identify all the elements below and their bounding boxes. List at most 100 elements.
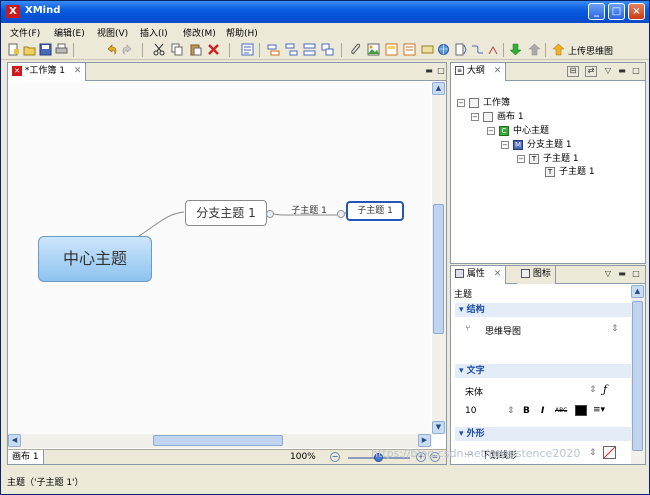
- scroll-left-arrow[interactable]: ◀: [8, 434, 21, 447]
- structure-section-header[interactable]: ▾ 结构: [455, 303, 631, 317]
- cut-icon[interactable]: [153, 43, 166, 56]
- label-icon[interactable]: [421, 43, 434, 56]
- collapse-toggle-icon[interactable]: [337, 210, 345, 218]
- outline-node[interactable]: − C 中心主题: [487, 125, 549, 137]
- shape-dropdown-icon[interactable]: ⇕: [589, 448, 597, 458]
- font-name-select[interactable]: 宋体: [465, 385, 483, 398]
- print-icon[interactable]: [55, 43, 68, 56]
- maximize-view-icon[interactable]: □: [631, 270, 641, 279]
- menu-help[interactable]: 帮助(H): [226, 26, 258, 39]
- minimize-view-icon[interactable]: ▬: [617, 270, 627, 279]
- scroll-right-arrow[interactable]: ▶: [418, 434, 431, 447]
- tab-close-icon[interactable]: ✕: [74, 66, 82, 76]
- insert-topic-icon[interactable]: [267, 43, 280, 56]
- menu-file[interactable]: 文件(F): [10, 26, 40, 39]
- fill-color-none-icon[interactable]: [603, 446, 616, 459]
- vertical-scrollbar[interactable]: ▲ ▼: [432, 82, 446, 434]
- save-icon[interactable]: [39, 43, 52, 56]
- scroll-up-arrow[interactable]: ▲: [631, 285, 644, 298]
- outline-node[interactable]: − 画布 1: [471, 111, 524, 123]
- copy-icon[interactable]: [171, 43, 184, 56]
- sub-topic[interactable]: 子主题 1: [280, 204, 338, 218]
- font-chooser-icon[interactable]: ƒ: [603, 383, 607, 396]
- text-color-swatch[interactable]: [575, 405, 587, 416]
- properties-scroll-thumb[interactable]: [632, 301, 643, 451]
- tab-icons[interactable]: 图标: [517, 266, 556, 284]
- maximize-view-icon[interactable]: □: [631, 67, 641, 76]
- summary-icon[interactable]: [455, 43, 468, 56]
- properties-scrollbar[interactable]: ▲: [631, 285, 645, 464]
- tree-collapse-icon[interactable]: −: [471, 112, 479, 121]
- collapse-toggle-icon[interactable]: [266, 210, 274, 218]
- horizontal-scrollbar[interactable]: ◀ ▶: [8, 434, 432, 448]
- minimize-view-icon[interactable]: ▬: [617, 67, 627, 76]
- structure-dropdown-icon[interactable]: ⇕: [611, 324, 619, 334]
- outline-sync-icon[interactable]: ⇄: [585, 66, 597, 77]
- insert-subtopic-icon[interactable]: [285, 43, 298, 56]
- redo-icon[interactable]: [121, 43, 134, 56]
- tree-collapse-icon[interactable]: −: [501, 140, 509, 149]
- view-menu-icon[interactable]: ▽: [603, 270, 613, 279]
- tab-close-icon[interactable]: ✕: [494, 66, 502, 76]
- structure-value[interactable]: 思维导图: [485, 324, 521, 337]
- vertical-scroll-thumb[interactable]: [433, 204, 444, 334]
- mindmap-canvas[interactable]: 中心主题 分支主题 1 子主题 1 子主题 1: [8, 82, 430, 434]
- outline-node[interactable]: − M 分支主题 1: [501, 139, 572, 151]
- menu-view[interactable]: 视图(V): [97, 26, 128, 39]
- bold-button[interactable]: B: [523, 406, 530, 416]
- outline-collapse-all-icon[interactable]: ⊟: [567, 66, 579, 77]
- maximize-button[interactable]: □: [608, 3, 625, 20]
- maximize-view-icon[interactable]: □: [436, 67, 446, 76]
- scroll-down-arrow[interactable]: ▼: [432, 421, 445, 434]
- close-button[interactable]: ×: [628, 3, 645, 20]
- delete-icon[interactable]: [207, 43, 220, 56]
- image-icon[interactable]: [367, 43, 380, 56]
- selected-sub-topic[interactable]: 子主题 1: [346, 201, 404, 221]
- menu-edit[interactable]: 编辑(E): [54, 26, 85, 39]
- tree-collapse-icon[interactable]: −: [487, 126, 495, 135]
- tab-workbook[interactable]: ✕ *工作簿 1 ✕: [8, 63, 87, 81]
- upload-icon[interactable]: [552, 43, 565, 56]
- font-dropdown-icon[interactable]: ⇕: [589, 385, 597, 395]
- sheet-tab[interactable]: 画布 1: [8, 450, 44, 464]
- text-section-header[interactable]: ▾ 文字: [455, 364, 631, 378]
- note-icon[interactable]: [403, 43, 416, 56]
- font-size-dropdown-icon[interactable]: ⇕: [507, 406, 515, 416]
- outline-node[interactable]: − 工作簿: [457, 97, 510, 109]
- main-topic[interactable]: 分支主题 1: [185, 200, 267, 226]
- text-align-icon[interactable]: ≡▾: [593, 405, 605, 415]
- central-topic[interactable]: 中心主题: [38, 236, 152, 282]
- shape-section-header[interactable]: ▾ 外形: [455, 427, 631, 441]
- new-file-icon[interactable]: [7, 43, 20, 56]
- paste-icon[interactable]: [189, 43, 202, 56]
- boundary-icon[interactable]: [385, 43, 398, 56]
- insert-parent-icon[interactable]: [303, 43, 316, 56]
- drill-down-icon[interactable]: [509, 43, 522, 56]
- tree-collapse-icon[interactable]: −: [517, 154, 525, 163]
- topic-icon[interactable]: [241, 43, 254, 56]
- tab-close-icon[interactable]: ✕: [494, 269, 502, 279]
- zoom-out-icon[interactable]: −: [330, 452, 340, 462]
- horizontal-scroll-thumb[interactable]: [153, 435, 283, 446]
- tab-outline[interactable]: ≡ 大纲 ✕: [451, 63, 507, 81]
- outline-node[interactable]: T 子主题 1: [545, 166, 595, 178]
- hyperlink-icon[interactable]: [437, 43, 450, 56]
- scroll-up-arrow[interactable]: ▲: [432, 82, 445, 95]
- floating-topic-icon[interactable]: [321, 43, 334, 56]
- undo-icon[interactable]: [105, 43, 118, 56]
- font-size-select[interactable]: 10: [465, 406, 476, 416]
- drill-icon[interactable]: [487, 43, 500, 56]
- drill-up-icon[interactable]: [528, 43, 541, 56]
- view-menu-icon[interactable]: ▽: [603, 67, 613, 76]
- menu-insert[interactable]: 插入(I): [140, 26, 168, 39]
- tree-collapse-icon[interactable]: −: [457, 98, 465, 107]
- relationship-icon[interactable]: [471, 43, 484, 56]
- open-folder-icon[interactable]: [23, 43, 36, 56]
- attachment-icon[interactable]: [349, 43, 362, 56]
- menu-modify[interactable]: 修改(M): [183, 26, 216, 39]
- minimize-view-icon[interactable]: ▬: [424, 67, 434, 76]
- outline-node[interactable]: − T 子主题 1: [517, 153, 579, 165]
- italic-button[interactable]: I: [541, 406, 544, 416]
- upload-mindmap-button[interactable]: 上传思维图: [568, 44, 613, 57]
- tab-properties[interactable]: 属性 ✕: [451, 266, 507, 284]
